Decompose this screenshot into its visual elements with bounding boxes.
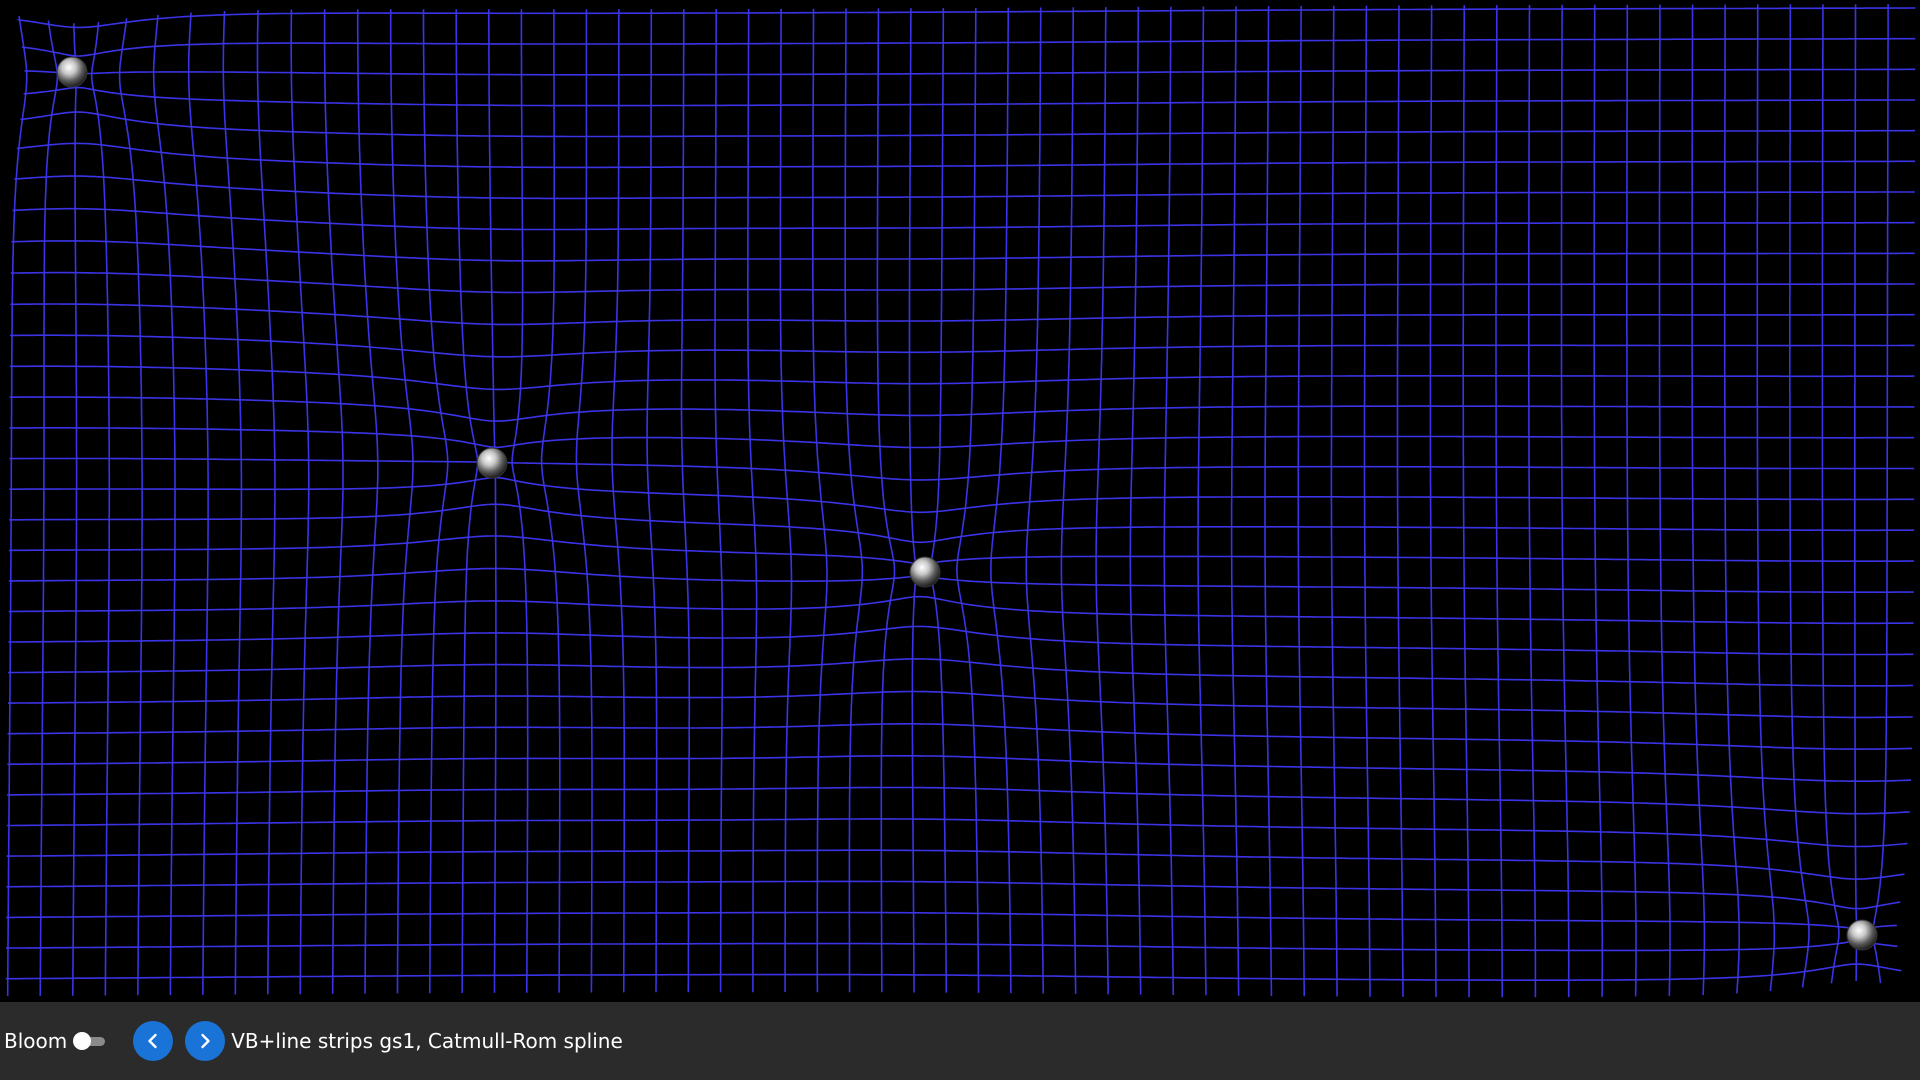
status-text: VB+line strips gs1, Catmull-Rom spline <box>231 1029 623 1053</box>
grid-line-vertical <box>876 8 896 993</box>
grid-line-vertical <box>1626 4 1637 997</box>
grid-line-vertical <box>844 8 864 993</box>
grid-line-vertical <box>747 8 758 993</box>
warped-grid <box>5 4 1916 998</box>
grid-line-vertical <box>323 9 344 994</box>
grid-line-horizontal <box>21 37 1916 57</box>
grid-line-horizontal <box>7 755 1912 782</box>
grid-line-vertical <box>152 14 176 995</box>
ball[interactable] <box>1846 919 1878 951</box>
grid-line-horizontal <box>6 818 1908 848</box>
grid-line-vertical <box>575 9 593 993</box>
grid-line-vertical <box>1264 6 1273 996</box>
grid-line-vertical <box>1297 5 1305 997</box>
grid-line-vertical <box>1129 6 1142 995</box>
render-viewport[interactable] <box>0 0 1920 1002</box>
grid-line-vertical <box>929 8 948 993</box>
grid-line-vertical <box>956 7 980 993</box>
grid-line-horizontal <box>8 625 1914 656</box>
grid-line-horizontal <box>6 880 1901 910</box>
grid-line-horizontal <box>7 723 1913 751</box>
grid-line-vertical <box>389 9 414 994</box>
next-button[interactable] <box>185 1021 226 1061</box>
grid-line-horizontal <box>6 911 1897 930</box>
grid-line-vertical <box>1789 4 1810 988</box>
grid-line-vertical <box>118 18 143 996</box>
grid-line-horizontal <box>9 476 1915 514</box>
grid-line-vertical <box>1658 4 1671 996</box>
grid-line-vertical <box>187 12 209 995</box>
grid-line-horizontal <box>5 940 1898 952</box>
grid-line-vertical <box>1560 4 1570 998</box>
grid-line-vertical <box>1528 5 1537 998</box>
bloom-label: Bloom <box>4 1029 68 1053</box>
grid-line-horizontal <box>10 334 1915 358</box>
grid-line-vertical <box>908 8 917 993</box>
balls <box>56 56 1878 951</box>
chevron-left-icon <box>148 1033 157 1049</box>
grid-line-horizontal <box>6 849 1905 880</box>
grid-line-vertical <box>356 9 379 994</box>
grid-line-vertical <box>90 22 111 996</box>
grid-line-vertical <box>646 9 658 993</box>
ball[interactable] <box>909 556 941 588</box>
grid-line-vertical <box>779 8 793 993</box>
previous-button[interactable] <box>133 1021 174 1061</box>
ball[interactable] <box>476 447 508 479</box>
grid-line-vertical <box>1691 4 1706 996</box>
bottom-toolbar: Bloom VB+line strips gs1, Catmull-Rom sp… <box>0 1002 1920 1080</box>
grid-line-horizontal <box>24 68 1916 76</box>
grid-line-vertical <box>680 9 691 993</box>
grid-line-vertical <box>1756 4 1776 992</box>
grid-line-horizontal <box>7 690 1913 719</box>
chevron-right-icon <box>201 1033 210 1049</box>
grid-line-vertical <box>1593 4 1604 997</box>
grid-line-horizontal <box>23 86 1916 107</box>
grid-line-vertical <box>1872 4 1889 984</box>
grid-line-vertical <box>1363 5 1371 997</box>
bloom-toggle[interactable] <box>73 1032 107 1050</box>
grid-line-vertical <box>540 9 561 993</box>
grid-line-horizontal <box>5 963 1902 981</box>
grid-line-horizontal <box>9 427 1915 449</box>
grid-line-horizontal <box>14 175 1915 200</box>
grid-line-vertical <box>1821 4 1840 984</box>
grid-line-vertical <box>422 9 449 994</box>
grid-line-horizontal <box>20 111 1916 138</box>
grid-line-horizontal <box>9 457 1915 481</box>
grid-line-vertical <box>72 23 78 996</box>
grid-line-vertical <box>1330 5 1338 997</box>
grid-line-vertical <box>1396 5 1404 997</box>
grid-line-vertical <box>611 9 626 993</box>
grid-line-vertical <box>455 9 479 994</box>
grid-line-vertical <box>6 15 28 997</box>
grid-line-vertical <box>1429 5 1437 998</box>
grid-line-vertical <box>1197 6 1207 996</box>
grid-line-horizontal <box>10 271 1915 294</box>
grid-line-horizontal <box>16 142 1915 169</box>
grid-line-horizontal <box>9 365 1915 391</box>
grid-line-horizontal <box>10 303 1915 326</box>
grid-line-vertical <box>714 9 724 993</box>
grid-line-vertical <box>488 9 497 993</box>
grid-lines <box>5 4 1916 998</box>
grid-line-vertical <box>1095 7 1109 995</box>
grid-line-vertical <box>290 9 310 995</box>
grid-line-vertical <box>1230 6 1240 996</box>
grid-line-vertical <box>1854 4 1858 982</box>
grid-line-vertical <box>39 20 59 996</box>
grid-line-horizontal <box>17 7 1916 29</box>
grid-line-vertical <box>511 9 529 993</box>
grid-line-horizontal <box>9 396 1915 422</box>
grid-line-horizontal <box>11 240 1915 262</box>
ball[interactable] <box>56 56 88 88</box>
grid-line-vertical <box>1163 6 1175 996</box>
grid-line-horizontal <box>7 786 1910 815</box>
grid-line-vertical <box>990 7 1012 994</box>
grid-line-vertical <box>1495 5 1503 998</box>
bloom-toggle-knob <box>73 1032 92 1050</box>
grid-line-vertical <box>256 10 276 995</box>
grid-line-vertical <box>1462 5 1470 998</box>
grid-line-horizontal <box>8 658 1914 687</box>
